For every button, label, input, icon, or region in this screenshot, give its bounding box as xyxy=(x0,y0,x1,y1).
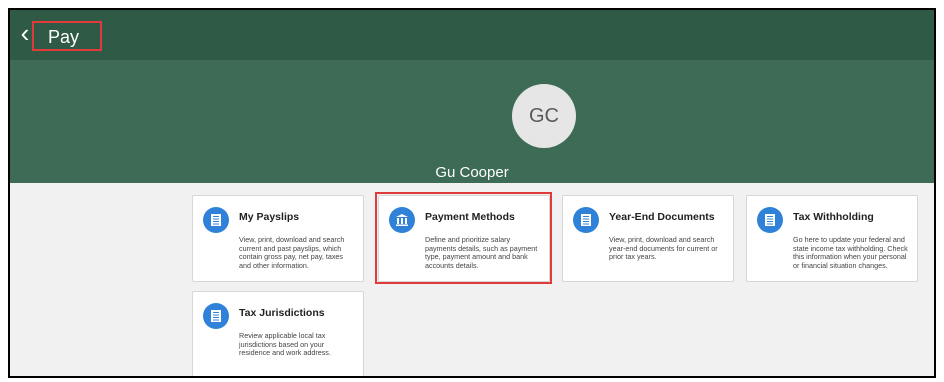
card-title: Tax Jurisdictions xyxy=(239,307,325,319)
card-year-end-documents[interactable]: Year-End Documents View, print, download… xyxy=(562,195,734,282)
document-icon xyxy=(573,207,599,233)
profile-banner: GC Gu Cooper xyxy=(10,60,934,183)
avatar[interactable]: GC xyxy=(512,84,576,148)
card-description: View, print, download and search current… xyxy=(239,235,345,271)
card-description: Go here to update your federal and state… xyxy=(793,235,908,271)
card-my-payslips[interactable]: My Payslips View, print, download and se… xyxy=(192,195,364,282)
card-title: Tax Withholding xyxy=(793,211,874,223)
header-bar: ‹ Pay xyxy=(10,10,934,60)
card-description: Review applicable local tax jurisdiction… xyxy=(239,331,331,358)
card-description: View, print, download and search year-en… xyxy=(609,235,718,262)
card-title: Year-End Documents xyxy=(609,211,715,223)
document-icon xyxy=(203,303,229,329)
page-title-highlight: Pay xyxy=(32,21,102,51)
avatar-initials: GC xyxy=(529,104,559,127)
user-name: Gu Cooper xyxy=(435,164,509,181)
app-window: ‹ Pay GC Gu Cooper My Payslips View, pri… xyxy=(8,8,936,378)
card-tax-jurisdictions[interactable]: Tax Jurisdictions Review applicable loca… xyxy=(192,291,364,376)
document-icon xyxy=(757,207,783,233)
payment-methods-highlight xyxy=(375,192,552,284)
document-icon xyxy=(203,207,229,233)
card-tax-withholding[interactable]: Tax Withholding Go here to update your f… xyxy=(746,195,918,282)
card-title: My Payslips xyxy=(239,211,300,223)
page-title: Pay xyxy=(48,27,80,47)
